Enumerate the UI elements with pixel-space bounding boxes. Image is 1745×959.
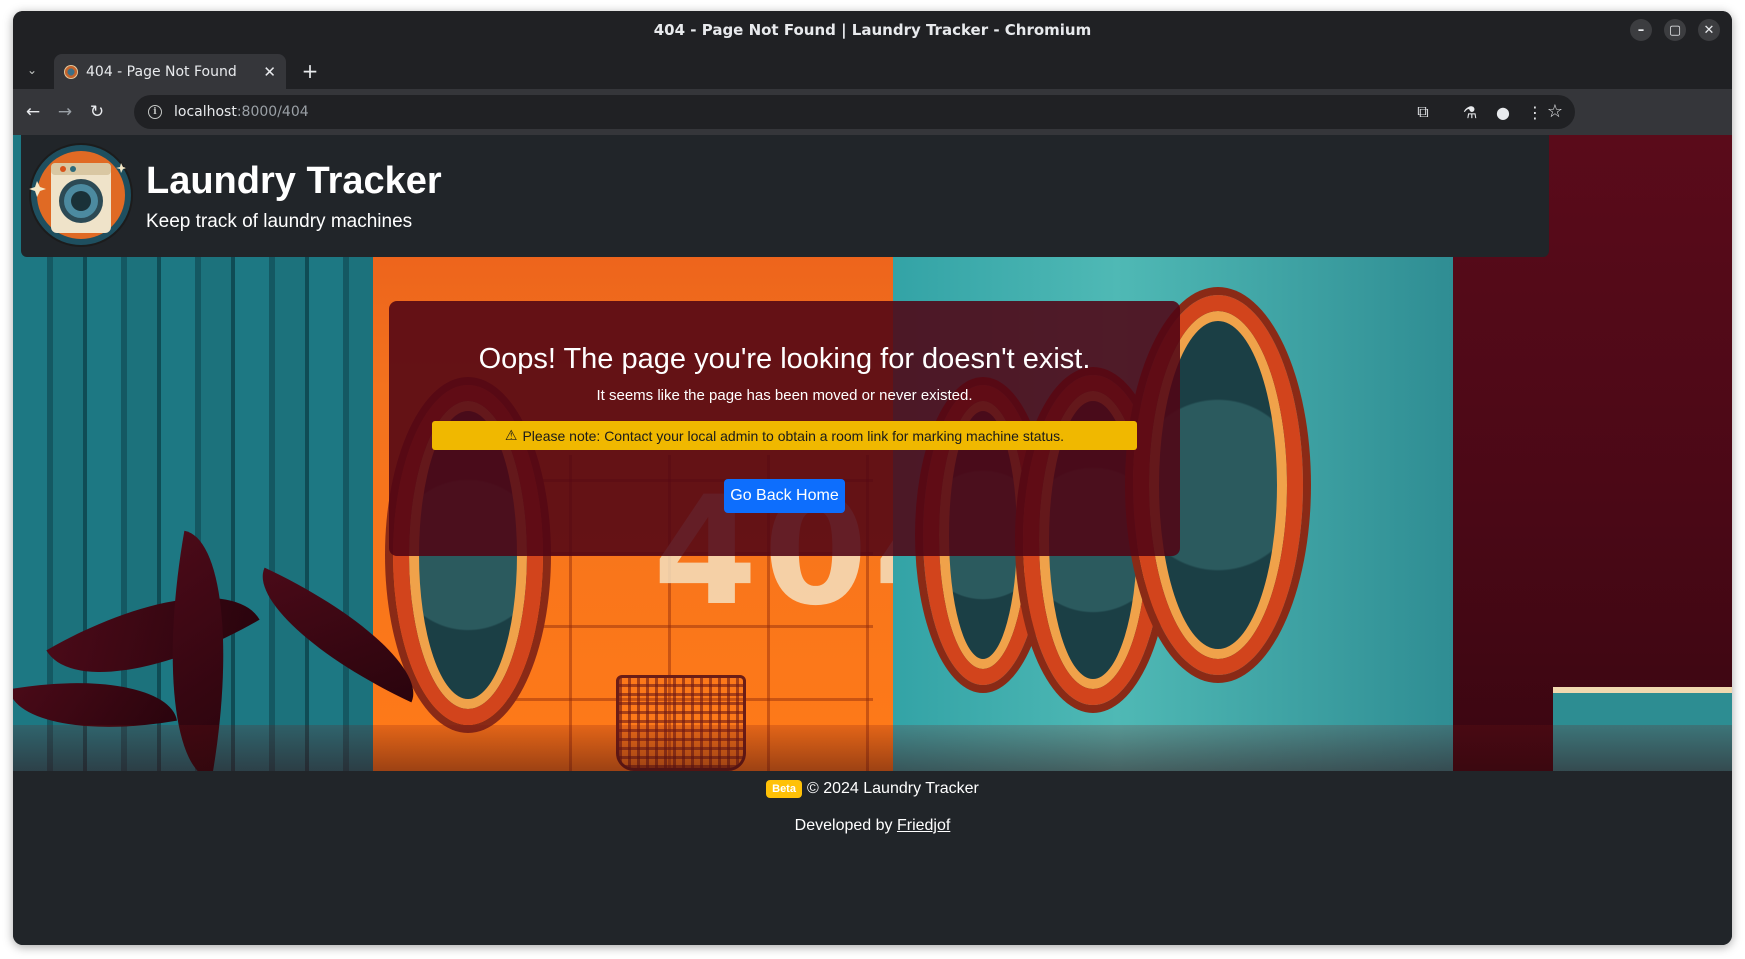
washing-machine-logo-icon[interactable] (29, 143, 133, 247)
site-subtitle: Keep track of laundry machines (146, 211, 413, 232)
profile-avatar-icon[interactable]: ● (1491, 100, 1515, 124)
forward-arrow-icon[interactable]: → (53, 100, 77, 124)
kebab-menu-icon[interactable]: ⋮ (1523, 100, 1547, 124)
window-controls: – ▢ ✕ (1630, 19, 1720, 41)
maximize-button[interactable]: ▢ (1664, 19, 1686, 41)
tab-404-page[interactable]: 404 - Page Not Found ✕ (54, 54, 286, 89)
tab-strip: ⌄ 404 - Page Not Found ✕ + (13, 49, 1732, 89)
developed-by-text: Developed by (794, 817, 897, 834)
error-description: It seems like the page has been moved or… (596, 387, 973, 404)
close-window-button[interactable]: ✕ (1698, 19, 1720, 41)
footer-copyright-line: Beta © 2024 Laundry Tracker (13, 780, 1732, 798)
warning-alert: ⚠ Please note: Contact your local admin … (432, 421, 1137, 450)
tab-search-chevron-icon[interactable]: ⌄ (21, 59, 43, 81)
tab-title: 404 - Page Not Found (86, 63, 237, 80)
beta-badge: Beta (766, 780, 802, 798)
warning-triangle-icon: ⚠ (504, 427, 518, 444)
url-host: localhost (174, 104, 237, 120)
author-link[interactable]: Friedjof (897, 817, 950, 834)
error-card: Oops! The page you're looking for doesn'… (389, 301, 1180, 556)
copyright-text: © 2024 Laundry Tracker (806, 780, 979, 797)
browser-toolbar: ← → ↻ i localhost:8000/404 ☆ ⧉ ⚗ ● ⋮ (13, 89, 1732, 135)
site-title: Laundry Tracker (146, 160, 442, 202)
extensions-puzzle-icon[interactable]: ⧉ (1411, 100, 1435, 124)
error-heading: Oops! The page you're looking for doesn'… (478, 343, 1091, 375)
reload-icon[interactable]: ↻ (85, 100, 109, 124)
site-footer: Beta © 2024 Laundry Tracker Developed by… (13, 771, 1732, 945)
logo-svg (29, 145, 131, 245)
browser-window: 404 - Page Not Found | Laundry Tracker -… (13, 11, 1732, 945)
go-back-home-button[interactable]: Go Back Home (724, 479, 845, 513)
title-bar: 404 - Page Not Found | Laundry Tracker -… (13, 11, 1732, 49)
alert-text: Please note: Contact your local admin to… (522, 427, 1065, 444)
footer-developer-line: Developed by Friedjof (13, 817, 1732, 835)
close-tab-icon[interactable]: ✕ (263, 63, 276, 81)
favicon-icon (64, 64, 78, 79)
bookmark-star-icon[interactable]: ☆ (1547, 101, 1563, 122)
site-header: Laundry Tracker Keep track of laundry ma… (21, 135, 1549, 257)
minimize-button[interactable]: – (1630, 19, 1652, 41)
back-arrow-icon[interactable]: ← (21, 100, 45, 124)
page-viewport: 404 (13, 135, 1732, 945)
labs-flask-icon[interactable]: ⚗ (1458, 100, 1482, 124)
address-bar[interactable]: i localhost:8000/404 ☆ (134, 95, 1575, 129)
url-path: :8000/404 (236, 104, 309, 120)
site-info-icon[interactable]: i (148, 105, 162, 119)
window-title: 404 - Page Not Found | Laundry Tracker -… (653, 21, 1092, 39)
new-tab-plus-icon[interactable]: + (297, 58, 323, 84)
